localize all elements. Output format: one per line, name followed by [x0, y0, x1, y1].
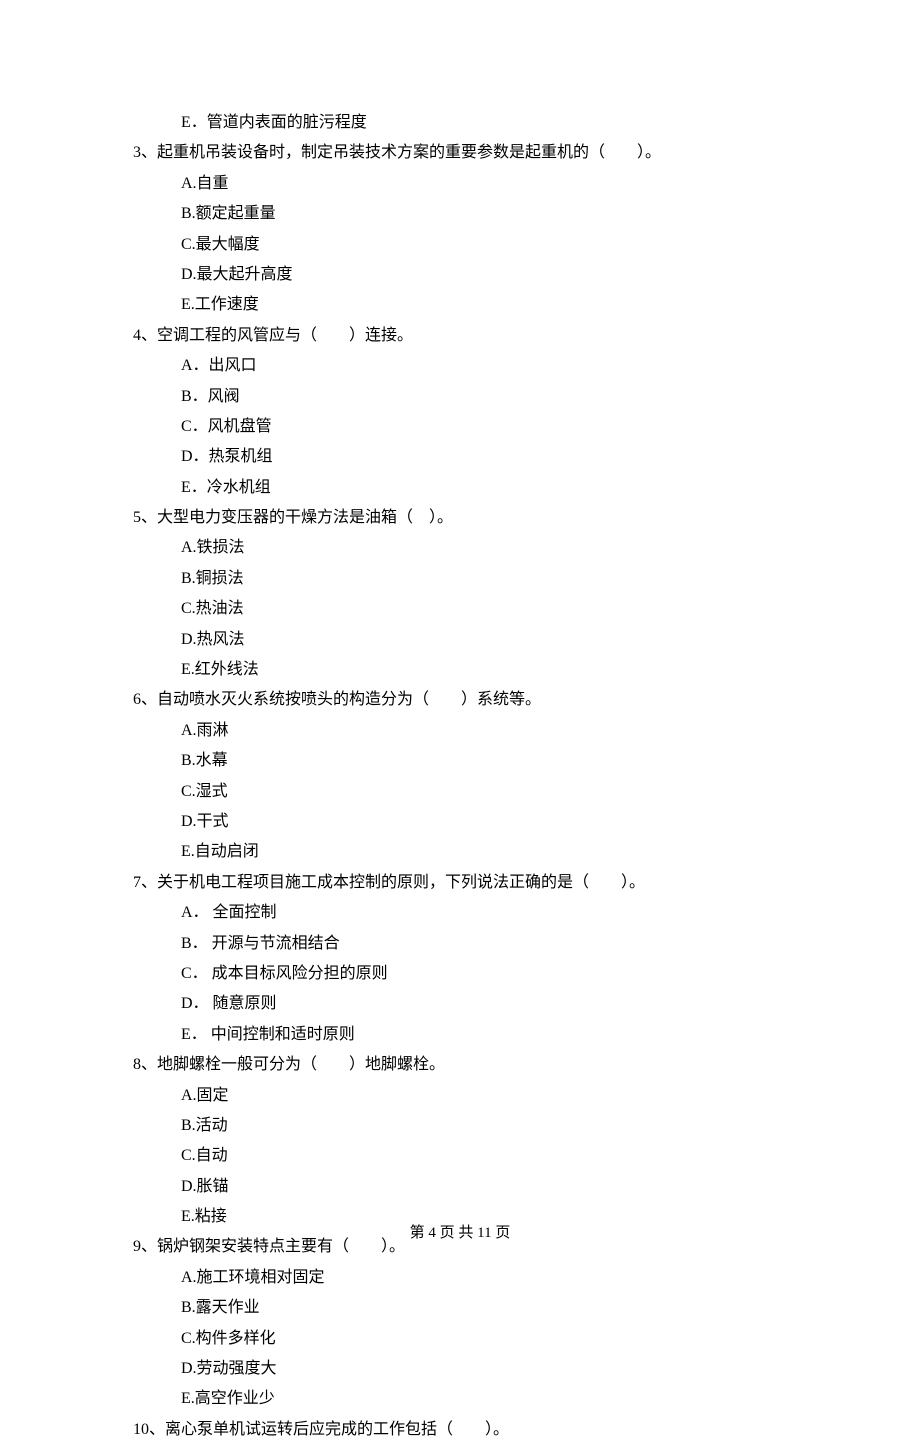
q3-option-e: E.工作速度 — [133, 290, 820, 320]
q3-option-c: C.最大幅度 — [133, 230, 820, 260]
page-footer: 第 4 页 共 11 页 — [0, 1219, 920, 1248]
q4-option-d: D．热泵机组 — [133, 442, 820, 472]
q7-option-e: E． 中间控制和适时原则 — [133, 1020, 820, 1050]
q8-option-b: B.活动 — [133, 1111, 820, 1141]
q5-option-a: A.铁损法 — [133, 533, 820, 563]
q7-option-c: C． 成本目标风险分担的原则 — [133, 959, 820, 989]
q2-option-e: E．管道内表面的脏污程度 — [133, 108, 820, 138]
q4-stem: 4、空调工程的风管应与（ ）连接。 — [133, 321, 820, 351]
q3-option-d: D.最大起升高度 — [133, 260, 820, 290]
q6-option-d: D.干式 — [133, 807, 820, 837]
q9-option-c: C.构件多样化 — [133, 1324, 820, 1354]
q5-stem: 5、大型电力变压器的干燥方法是油箱（ ）。 — [133, 503, 820, 533]
q5-option-e: E.红外线法 — [133, 655, 820, 685]
q4-option-a: A．出风口 — [133, 351, 820, 381]
q7-option-a: A． 全面控制 — [133, 898, 820, 928]
q4-option-c: C．风机盘管 — [133, 412, 820, 442]
q3-stem: 3、起重机吊装设备时，制定吊装技术方案的重要参数是起重机的（ ）。 — [133, 138, 820, 168]
q9-option-d: D.劳动强度大 — [133, 1354, 820, 1384]
q8-stem: 8、地脚螺栓一般可分为（ ）地脚螺栓。 — [133, 1050, 820, 1080]
q8-option-a: A.固定 — [133, 1081, 820, 1111]
q10-stem: 10、离心泵单机试运转后应完成的工作包括（ ）。 — [133, 1415, 820, 1445]
q5-option-c: C.热油法 — [133, 594, 820, 624]
q8-option-c: C.自动 — [133, 1141, 820, 1171]
q6-stem: 6、自动喷水灭火系统按喷头的构造分为（ ）系统等。 — [133, 685, 820, 715]
q6-option-b: B.水幕 — [133, 746, 820, 776]
q4-option-e: E．冷水机组 — [133, 473, 820, 503]
q5-option-d: D.热风法 — [133, 625, 820, 655]
q5-option-b: B.铜损法 — [133, 564, 820, 594]
q9-option-e: E.高空作业少 — [133, 1384, 820, 1414]
q6-option-c: C.湿式 — [133, 777, 820, 807]
q4-option-b: B．风阀 — [133, 382, 820, 412]
q7-stem: 7、关于机电工程项目施工成本控制的原则，下列说法正确的是（ ）。 — [133, 868, 820, 898]
q9-option-a: A.施工环境相对固定 — [133, 1263, 820, 1293]
q8-option-d: D.胀锚 — [133, 1172, 820, 1202]
q3-option-a: A.自重 — [133, 169, 820, 199]
q7-option-b: B． 开源与节流相结合 — [133, 929, 820, 959]
q6-option-e: E.自动启闭 — [133, 837, 820, 867]
q9-option-b: B.露天作业 — [133, 1293, 820, 1323]
q6-option-a: A.雨淋 — [133, 716, 820, 746]
q7-option-d: D． 随意原则 — [133, 989, 820, 1019]
q3-option-b: B.额定起重量 — [133, 199, 820, 229]
